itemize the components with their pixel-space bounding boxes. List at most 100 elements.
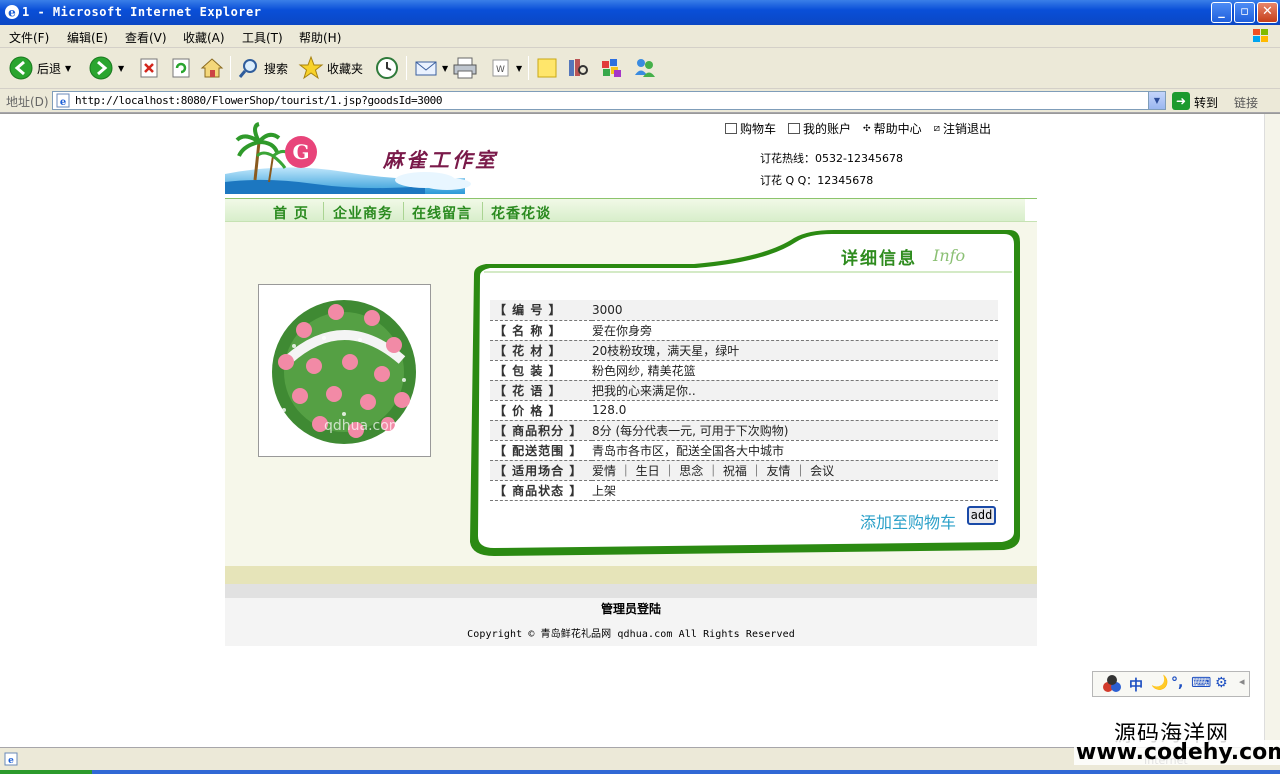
detail-key: 【 商品状态 】: [490, 480, 592, 501]
back-dropdown-icon[interactable]: ▼: [65, 64, 71, 73]
address-dropdown-icon[interactable]: ▼: [1148, 92, 1165, 109]
discuss-button[interactable]: [535, 54, 559, 82]
toplink-logout-label: 注销退出: [942, 122, 991, 136]
forward-arrow-icon: [89, 56, 113, 80]
address-bar: 地址(D) e http://localhost:8080/FlowerShop…: [0, 89, 1280, 113]
add-to-cart-label[interactable]: 添加至购物车: [860, 509, 956, 533]
windows-update-button[interactable]: [598, 54, 624, 82]
print-button[interactable]: [452, 54, 478, 82]
menu-file[interactable]: 文件(F): [9, 29, 49, 46]
mail-dropdown-icon[interactable]: ▼: [442, 64, 448, 73]
cart-icon: [725, 123, 737, 134]
ime-keyboard-icon[interactable]: ⌨: [1191, 675, 1211, 691]
back-button[interactable]: 后退 ▼: [8, 54, 71, 82]
ime-punct-icon[interactable]: °,: [1171, 675, 1183, 691]
ime-logo-icon[interactable]: [1101, 674, 1123, 694]
footer-band: [225, 566, 1037, 584]
page-status-icon: e: [4, 752, 18, 766]
favorites-label: 收藏夹: [327, 61, 364, 76]
toolbar-separator: [528, 56, 529, 80]
go-button[interactable]: 转到: [1194, 94, 1218, 111]
forward-dropdown-icon[interactable]: ▼: [118, 64, 124, 73]
links-button[interactable]: 链接: [1234, 94, 1258, 111]
nav-separator: [482, 202, 483, 220]
detail-value: 3000: [592, 300, 998, 321]
refresh-button[interactable]: [170, 54, 192, 82]
edit-dropdown-icon[interactable]: ▼: [516, 64, 522, 73]
nav-separator: [323, 202, 324, 220]
research-button[interactable]: [566, 54, 590, 82]
toplink-help[interactable]: ✣ 帮助中心: [863, 120, 922, 137]
toplink-account[interactable]: 我的账户: [788, 120, 851, 137]
toolbar: 后退 ▼ ▼ 搜索 收藏夹 ▼ W ▼: [0, 48, 1280, 89]
nav-message[interactable]: 在线留言: [412, 203, 472, 223]
favorites-button[interactable]: 收藏夹: [298, 54, 363, 82]
edit-button[interactable]: W ▼: [490, 54, 522, 82]
messenger-button[interactable]: [632, 54, 658, 82]
address-input[interactable]: e http://localhost:8080/FlowerShop/touri…: [52, 91, 1166, 110]
menu-tools[interactable]: 工具(T): [242, 29, 283, 46]
top-links: 购物车 我的账户 ✣ 帮助中心 ⧄ 注销退出: [725, 120, 991, 137]
home-icon: [200, 58, 224, 78]
detail-key: 【 商品积分 】: [490, 420, 592, 441]
menu-view[interactable]: 查看(V): [125, 29, 167, 46]
nav-talk[interactable]: 花香花谈: [491, 203, 551, 223]
ime-moon-icon[interactable]: 🌙: [1151, 675, 1168, 691]
forward-button[interactable]: ▼: [88, 54, 124, 82]
close-button[interactable]: ✕: [1257, 2, 1278, 23]
nav-home[interactable]: 首 页: [273, 203, 309, 223]
svg-text:G: G: [292, 140, 309, 164]
ime-chinese-toggle[interactable]: 中: [1129, 675, 1143, 695]
go-arrow-icon[interactable]: ➜: [1172, 92, 1190, 110]
logout-icon: ⧄: [933, 123, 940, 134]
svg-text:e: e: [8, 756, 14, 766]
main-nav: 首 页 企业商务 在线留言 花香花谈: [225, 198, 1037, 222]
nav-business[interactable]: 企业商务: [333, 203, 393, 223]
maximize-button[interactable]: ▫: [1234, 2, 1255, 23]
detail-row: 【 名 称 】爱在你身旁: [490, 320, 998, 341]
site-header: G 麻雀工作室 购物车 我的账户 ✣ 帮助中心 ⧄ 注销退出 订花热线：0532…: [225, 114, 1037, 198]
mail-button[interactable]: ▼: [414, 54, 448, 82]
copyright: Copyright © 青岛鲜花礼品网 qdhua.com All Rights…: [467, 629, 795, 640]
flower-basket-image: qdhua.com: [264, 290, 425, 451]
toplink-logout[interactable]: ⧄ 注销退出: [934, 120, 991, 137]
product-content: qdhua.com 详细信息 Info 【 编 号 】 3000 【 名 称 】爱在…: [225, 222, 1037, 566]
address-url[interactable]: http://localhost:8080/FlowerShop/tourist…: [75, 94, 443, 107]
detail-key: 【 花 材 】: [490, 340, 592, 361]
ime-settings-icon[interactable]: ⚙: [1215, 675, 1228, 691]
home-button[interactable]: [200, 54, 224, 82]
detail-row: 【 价 格 】 128.0: [490, 400, 998, 421]
svg-text:e: e: [8, 6, 16, 20]
detail-key: 【 包 装 】: [490, 360, 592, 381]
admin-login-link[interactable]: 管理员登陆: [225, 600, 1037, 617]
ime-toolbar: 中 🌙 °, ⌨ ⚙ ◂: [1092, 671, 1250, 697]
refresh-icon: [172, 58, 190, 78]
taskbar-edge: [0, 770, 1280, 774]
detail-value: 青岛市各市区，配送全国各大中城市: [592, 440, 998, 461]
nav-end: [1025, 199, 1037, 221]
favorites-star-icon: [298, 55, 324, 80]
menu-edit[interactable]: 编辑(E): [67, 29, 108, 46]
menu-help[interactable]: 帮助(H): [299, 29, 341, 46]
add-to-cart-button[interactable]: add: [967, 506, 996, 525]
toplink-cart[interactable]: 购物车: [725, 120, 776, 137]
footer-band-gray: [225, 584, 1037, 598]
detail-row: 【 配送范围 】青岛市各市区，配送全国各大中城市: [490, 440, 998, 461]
minimize-button[interactable]: _: [1211, 2, 1232, 23]
history-button[interactable]: [374, 54, 400, 82]
detail-value: 20枝粉玫瑰，满天星，绿叶: [592, 340, 998, 361]
research-books-icon: [569, 59, 588, 76]
window-titlebar: e 1 - Microsoft Internet Explorer _ ▫ ✕: [0, 0, 1280, 25]
site: G 麻雀工作室 购物车 我的账户 ✣ 帮助中心 ⧄ 注销退出 订花热线：0532…: [225, 114, 1037, 646]
detail-row: 【 适用场合 】爱情 ｜ 生日 ｜ 思念 ｜ 祝福 ｜ 友情 ｜ 会议: [490, 460, 998, 481]
ime-collapse-icon[interactable]: ◂: [1239, 675, 1245, 688]
vertical-scrollbar[interactable]: [1264, 114, 1280, 748]
detail-subtitle: Info: [933, 246, 966, 265]
detail-row: 【 编 号 】 3000: [490, 300, 998, 321]
detail-key: 【 适用场合 】: [490, 460, 592, 481]
mail-icon: [415, 61, 437, 76]
search-button[interactable]: 搜索: [237, 54, 288, 82]
search-icon: [238, 59, 257, 78]
stop-button[interactable]: [138, 54, 160, 82]
menu-favorites[interactable]: 收藏(A): [183, 29, 225, 46]
